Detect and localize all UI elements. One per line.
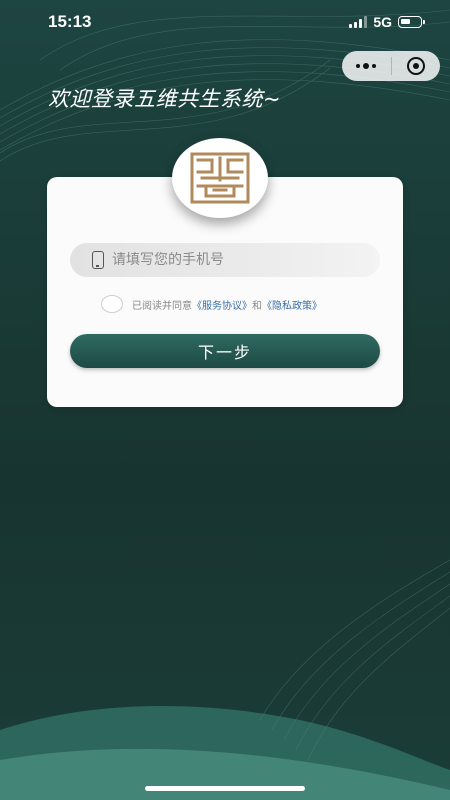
agreement-and: 和 [252,300,262,312]
status-bar: 15:13 5G [0,0,450,44]
app-logo [172,138,268,218]
target-circle-icon [406,57,425,75]
agreement-prefix: 已阅读并同意 [132,300,192,312]
more-button[interactable] [342,51,391,81]
close-miniapp-button[interactable] [391,51,440,81]
more-dots-icon [356,63,377,69]
status-time: 15:13 [48,12,92,31]
privacy-policy-link[interactable]: 《隐私政策》 [262,297,322,312]
phone-field[interactable] [70,243,380,277]
next-step-button[interactable]: 下一步 [70,334,380,368]
agreement-checkbox[interactable] [101,295,123,313]
phone-icon [92,251,104,269]
status-indicators: 5G [349,14,425,30]
agreement-row: 已阅读并同意 《服务协议》 和 《隐私政策》 [101,294,322,314]
battery-icon [398,16,425,28]
signal-icon [349,16,368,28]
seal-logo-icon [190,152,250,204]
miniapp-capsule [342,51,440,81]
welcome-title: 欢迎登录五维共生系统~ [48,87,282,111]
home-indicator [145,786,305,791]
service-agreement-link[interactable]: 《服务协议》 [192,297,252,312]
phone-input[interactable] [112,252,352,268]
network-type: 5G [373,14,392,30]
